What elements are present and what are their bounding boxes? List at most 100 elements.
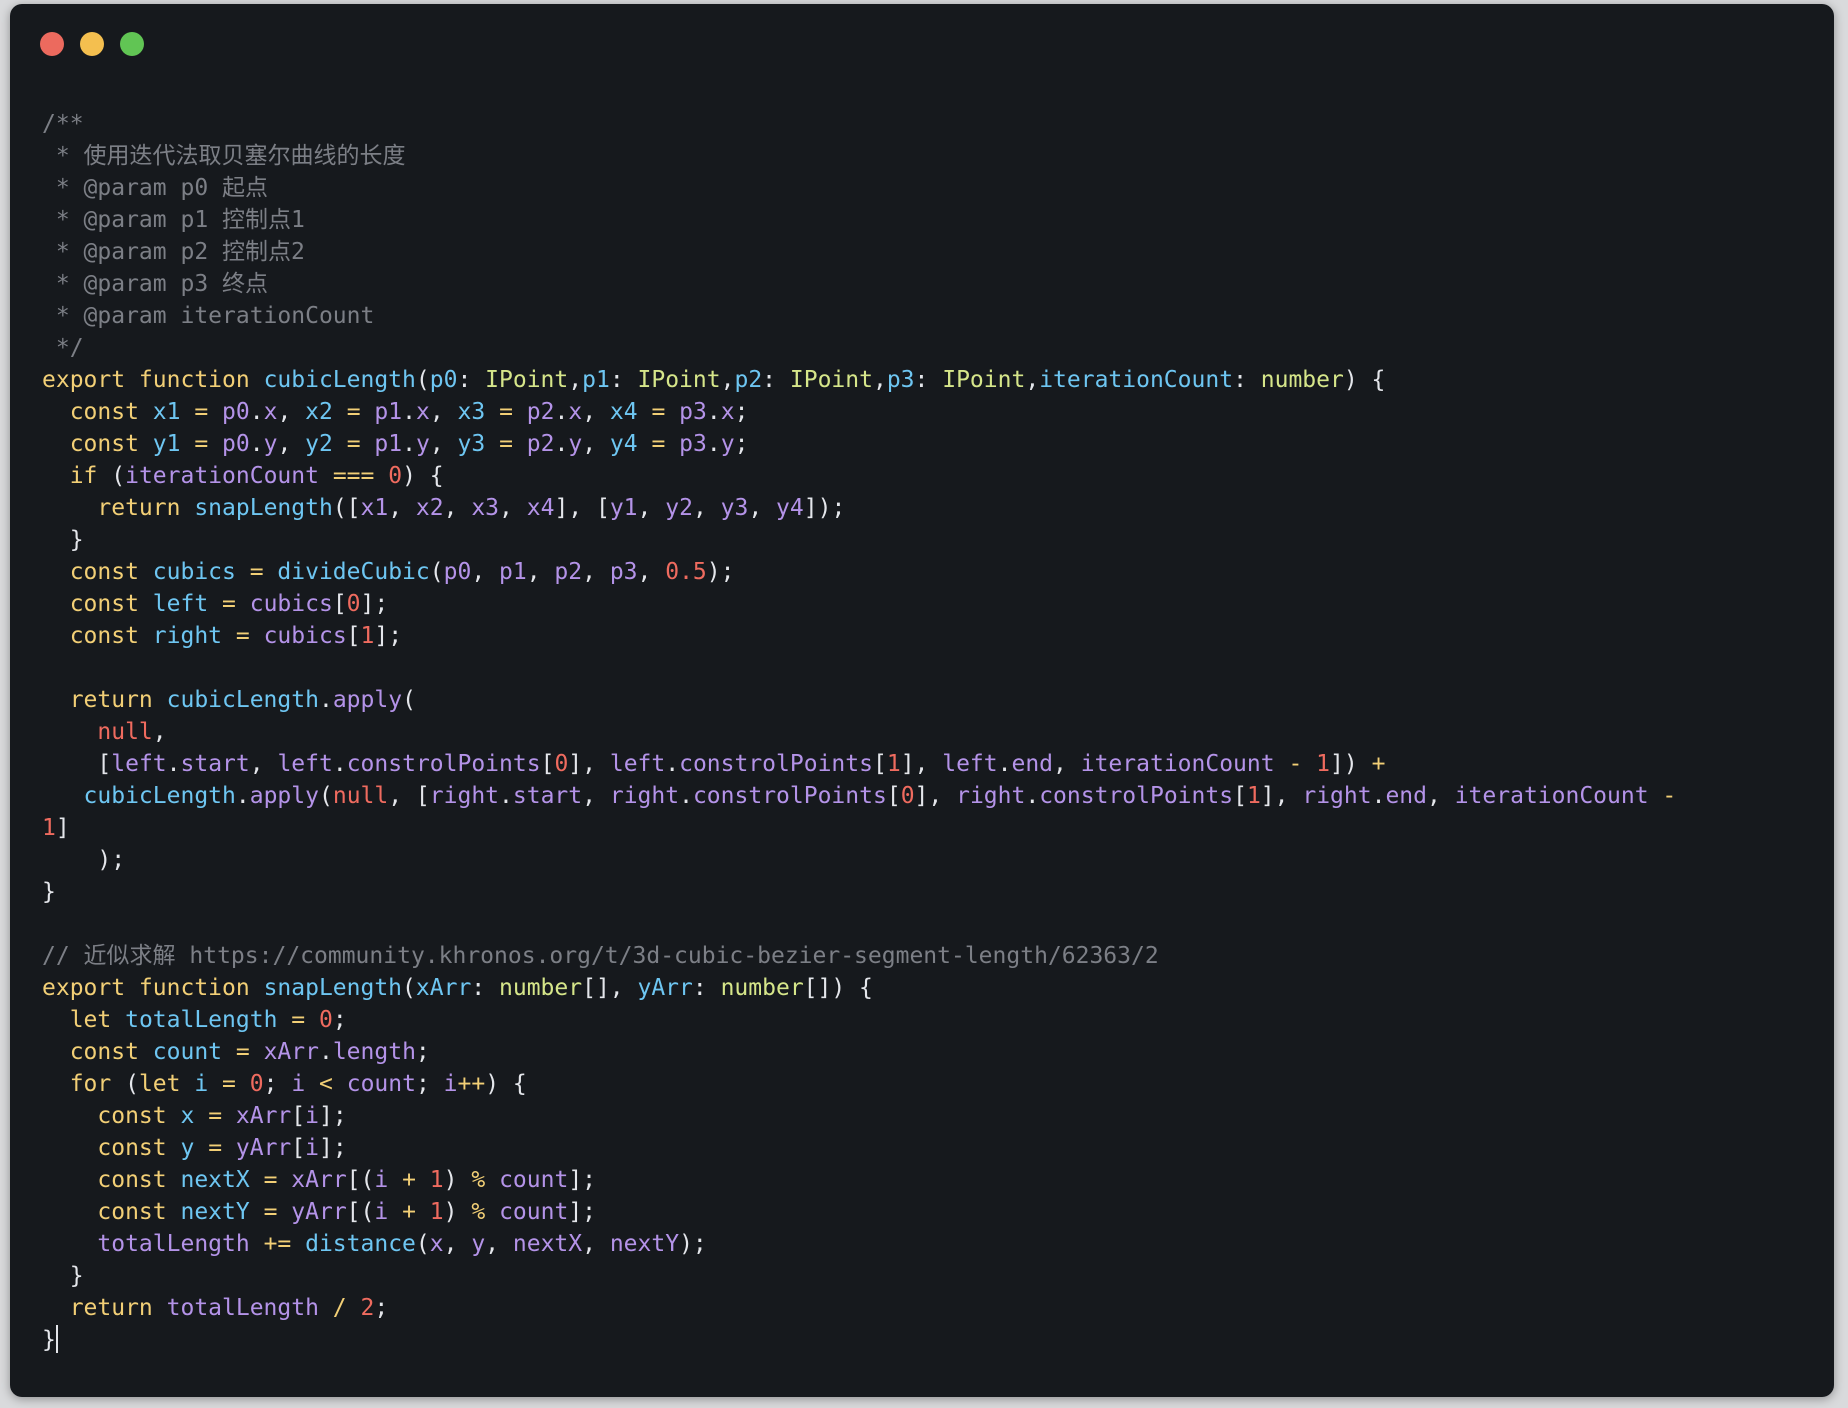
zoom-button[interactable]: [120, 32, 144, 56]
code-token: * @param p3 终点: [42, 271, 269, 297]
code-token: snapLength: [263, 975, 403, 1001]
code-token: x4: [526, 495, 555, 521]
code-token: ) {: [402, 463, 444, 489]
code-token: y3: [720, 495, 749, 521]
code-token: );: [42, 847, 126, 873]
code-token: return: [42, 495, 195, 521]
code-token: y3: [457, 431, 486, 457]
code-token: ===: [318, 463, 389, 489]
code-token: constrolPoints: [692, 783, 887, 809]
code-token: constrolPoints: [1039, 783, 1234, 809]
code-token: []) {: [803, 975, 873, 1001]
code-token: 1: [1246, 783, 1261, 809]
code-token: iterationCount: [1039, 367, 1234, 393]
code-token: [: [291, 1135, 306, 1161]
code-token: p3: [886, 367, 915, 393]
code-token: ,: [471, 559, 500, 585]
code-token: <: [305, 1071, 347, 1097]
code-token: [: [540, 751, 555, 777]
code-token: ): [443, 1167, 472, 1193]
code-token: ,: [499, 495, 527, 521]
code-token: count: [499, 1199, 569, 1225]
code-token: (: [415, 367, 430, 393]
code-token: i: [305, 1135, 319, 1161]
code-token: ,: [526, 559, 555, 585]
code-token: ];: [360, 591, 389, 617]
close-button[interactable]: [40, 32, 64, 56]
code-line: const y1 = p0.y, y2 = p1.y, y3 = p2.y, y…: [42, 428, 1814, 460]
code-editor[interactable]: /** * 使用迭代法取贝塞尔曲线的长度 * @param p0 起点 * @p…: [42, 108, 1814, 1356]
code-token: p0: [429, 367, 458, 393]
code-token: =: [332, 399, 375, 425]
code-token: 0: [388, 463, 403, 489]
code-token: ,: [485, 1231, 513, 1257]
code-token: constrolPoints: [346, 751, 541, 777]
code-token: x3: [471, 495, 500, 521]
code-token: divideCubic: [277, 559, 430, 585]
code-token: +: [388, 1167, 430, 1193]
code-token: .: [166, 751, 181, 777]
code-token: x3: [457, 399, 486, 425]
code-token: .: [499, 783, 513, 809]
code-token: right: [429, 783, 500, 809]
code-token: null: [332, 783, 389, 809]
code-line: const cubics = divideCubic(p0, p1, p2, p…: [42, 556, 1814, 588]
code-token: x1: [152, 399, 181, 425]
code-line: [left.start, left.constrolPoints[0], lef…: [42, 748, 1814, 780]
code-token: constrolPoints: [679, 751, 873, 777]
code-token: let: [42, 1007, 126, 1033]
code-token: :: [1233, 367, 1261, 393]
code-token: (: [111, 463, 126, 489]
code-token: for: [42, 1071, 126, 1097]
code-token: p1: [499, 559, 527, 585]
code-token: ,: [249, 751, 278, 777]
code-token: =: [194, 1135, 236, 1161]
code-token: * @param p0 起点: [42, 175, 269, 201]
code-token: * 使用迭代法取贝塞尔曲线的长度: [42, 143, 406, 169]
code-token: IPoint: [789, 367, 873, 393]
code-token: :: [471, 975, 499, 1001]
code-token: .: [402, 399, 416, 425]
code-token: ) {: [1343, 367, 1386, 393]
code-token: .: [318, 687, 333, 713]
window-controls: [40, 32, 160, 58]
code-token: [: [1233, 783, 1247, 809]
code-token: count: [499, 1167, 569, 1193]
code-token: .: [706, 399, 721, 425]
code-token: const: [42, 623, 153, 649]
code-token: :: [609, 367, 638, 393]
code-token: =: [194, 1103, 236, 1129]
code-token: i: [374, 1199, 389, 1225]
code-line: const nextX = xArr[(i + 1) % count];: [42, 1164, 1814, 1196]
code-token: +=: [249, 1231, 306, 1257]
code-line: }: [42, 1260, 1814, 1292]
minimize-button[interactable]: [80, 32, 104, 56]
code-token: +: [388, 1199, 430, 1225]
code-token: (: [415, 1231, 430, 1257]
code-token: end: [1385, 783, 1427, 809]
code-line: if (iterationCount === 0) {: [42, 460, 1814, 492]
code-line: for (let i = 0; i < count; i++) {: [42, 1068, 1814, 1100]
code-token: =: [208, 1071, 250, 1097]
code-token: ,: [637, 559, 666, 585]
code-token: [: [872, 751, 887, 777]
code-token: /: [318, 1295, 361, 1321]
code-token: [: [886, 783, 901, 809]
code-token: 0: [346, 591, 361, 617]
code-token: =: [485, 399, 527, 425]
code-token: 0.5: [665, 559, 707, 585]
code-line: return totalLength / 2;: [42, 1292, 1814, 1324]
code-token: ];: [319, 1103, 347, 1129]
code-token: export function: [42, 975, 264, 1001]
code-token: ];: [568, 1167, 597, 1193]
code-token: 0: [318, 1007, 333, 1033]
code-token: const: [42, 1039, 153, 1065]
code-token: p1: [582, 367, 610, 393]
code-token: ]): [1330, 751, 1372, 777]
code-token: totalLength: [42, 1231, 250, 1257]
code-token: right: [1302, 783, 1372, 809]
code-token: p0: [443, 559, 472, 585]
code-token: nextY: [609, 1231, 680, 1257]
code-token: totalLength: [166, 1295, 319, 1321]
code-token: +: [1371, 751, 1386, 777]
